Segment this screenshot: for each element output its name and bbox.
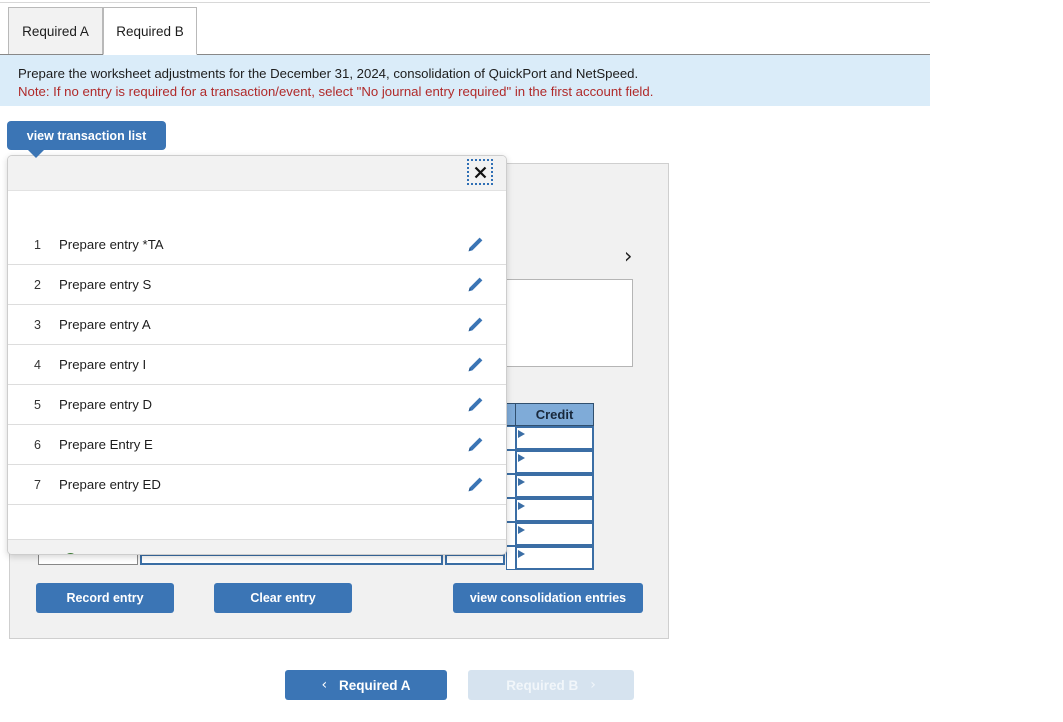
note-prefix-label: Note : [24,552,59,555]
cell-marker-icon [518,550,525,558]
credit-input-cell[interactable] [515,450,594,474]
green-dot-icon [63,552,77,554]
credit-column-header: Credit [515,403,594,426]
chevron-right-icon[interactable]: › [624,244,642,268]
cell-marker-icon [518,526,525,534]
pencil-icon[interactable] [466,276,484,294]
clear-entry-label: Clear entry [250,591,316,605]
credit-input-cell[interactable] [515,498,594,522]
tab-required-b[interactable]: Required B [103,7,197,55]
transaction-label: Prepare Entry E [59,437,153,452]
nav-next-label: Required B [506,677,579,693]
note-suffix-label: = journal entry has been entered [82,552,270,555]
instruction-panel: Prepare the worksheet adjustments for th… [0,55,930,106]
credit-header-left-stub [506,403,515,426]
chevron-left-icon: ‹ [321,677,328,693]
transaction-number: 7 [34,477,41,492]
transaction-label: Prepare entry *TA [59,237,164,252]
cell-marker-icon [518,454,525,462]
instruction-line-1: Prepare the worksheet adjustments for th… [18,66,639,81]
chevron-right-icon-nav: › [590,677,596,693]
transaction-number: 3 [34,317,41,332]
record-entry-label: Record entry [66,591,144,605]
transaction-row[interactable]: 2 Prepare entry S [8,265,506,305]
record-entry-button[interactable]: Record entry [36,583,174,613]
pencil-icon[interactable] [466,316,484,334]
cell-marker-icon [518,478,525,486]
view-transaction-list-button[interactable]: view transaction list [7,121,166,150]
transaction-number: 6 [34,437,41,452]
transaction-rows: 1 Prepare entry *TA 2 Prepare entry S 3 Prepa… [8,225,506,505]
transaction-label: Prepare entry S [59,277,152,292]
nav-prev-label: Required A [339,677,411,693]
transaction-list-modal: 1 Prepare entry *TA 2 Prepare entry S 3 Prepa… [7,155,507,555]
transaction-label: Prepare entry I [59,357,147,372]
tab-bar: Required A Required B [0,0,930,56]
transaction-label: Prepare entry A [59,317,151,332]
tab-required-a-label: Required A [22,23,89,39]
transaction-row[interactable]: 7 Prepare entry ED [8,465,506,505]
tab-required-a[interactable]: Required A [8,7,103,55]
transaction-number: 2 [34,277,41,292]
worksheet-bottom-cell-c[interactable] [445,554,505,565]
pencil-icon[interactable] [466,236,484,254]
pencil-icon[interactable] [466,396,484,414]
tab-strip-top-line [0,2,930,3]
transaction-label: Prepare entry ED [59,477,161,492]
transaction-row[interactable]: 6 Prepare Entry E [8,425,506,465]
worksheet-text-field[interactable] [500,279,633,367]
modal-titlebar [8,156,506,191]
nav-prev-required-a-button[interactable]: ‹ Required A [285,670,447,700]
pencil-icon[interactable] [466,436,484,454]
cell-marker-icon [518,430,525,438]
worksheet-bottom-cell-b[interactable] [140,554,443,565]
credit-input-cell[interactable] [515,522,594,546]
transaction-row[interactable]: 1 Prepare entry *TA [8,225,506,265]
credit-input-cell[interactable] [515,426,594,450]
pencil-icon[interactable] [466,356,484,374]
view-consolidation-entries-label: view consolidation entries [469,591,627,605]
instruction-note-line: Note: If no entry is required for a tran… [18,84,654,99]
view-transaction-list-label: view transaction list [26,128,147,143]
popover-tail [27,149,45,158]
worksheet-bottom-cell-a[interactable] [38,554,138,565]
view-consolidation-entries-button[interactable]: view consolidation entries [453,583,643,613]
modal-note-bar: Note : = journal entry has been entered [8,540,506,555]
credit-input-cell[interactable] [515,546,594,570]
transaction-number: 4 [34,357,41,372]
nav-next-required-b-button: Required B › [468,670,634,700]
transaction-row[interactable]: 3 Prepare entry A [8,305,506,345]
transaction-blank-row [8,505,506,540]
tab-required-b-label: Required B [116,23,184,39]
pencil-icon[interactable] [466,476,484,494]
transaction-row[interactable]: 5 Prepare entry D [8,385,506,425]
modal-top-spacer [8,191,506,225]
transaction-number: 1 [34,237,41,252]
transaction-number: 5 [34,397,41,412]
modal-body: 1 Prepare entry *TA 2 Prepare entry S 3 Prepa… [8,191,506,555]
transaction-label: Prepare entry D [59,397,153,412]
close-icon[interactable] [467,159,493,185]
cell-marker-icon [518,502,525,510]
transaction-row[interactable]: 4 Prepare entry I [8,345,506,385]
clear-entry-button[interactable]: Clear entry [214,583,352,613]
credit-input-cell[interactable] [515,474,594,498]
